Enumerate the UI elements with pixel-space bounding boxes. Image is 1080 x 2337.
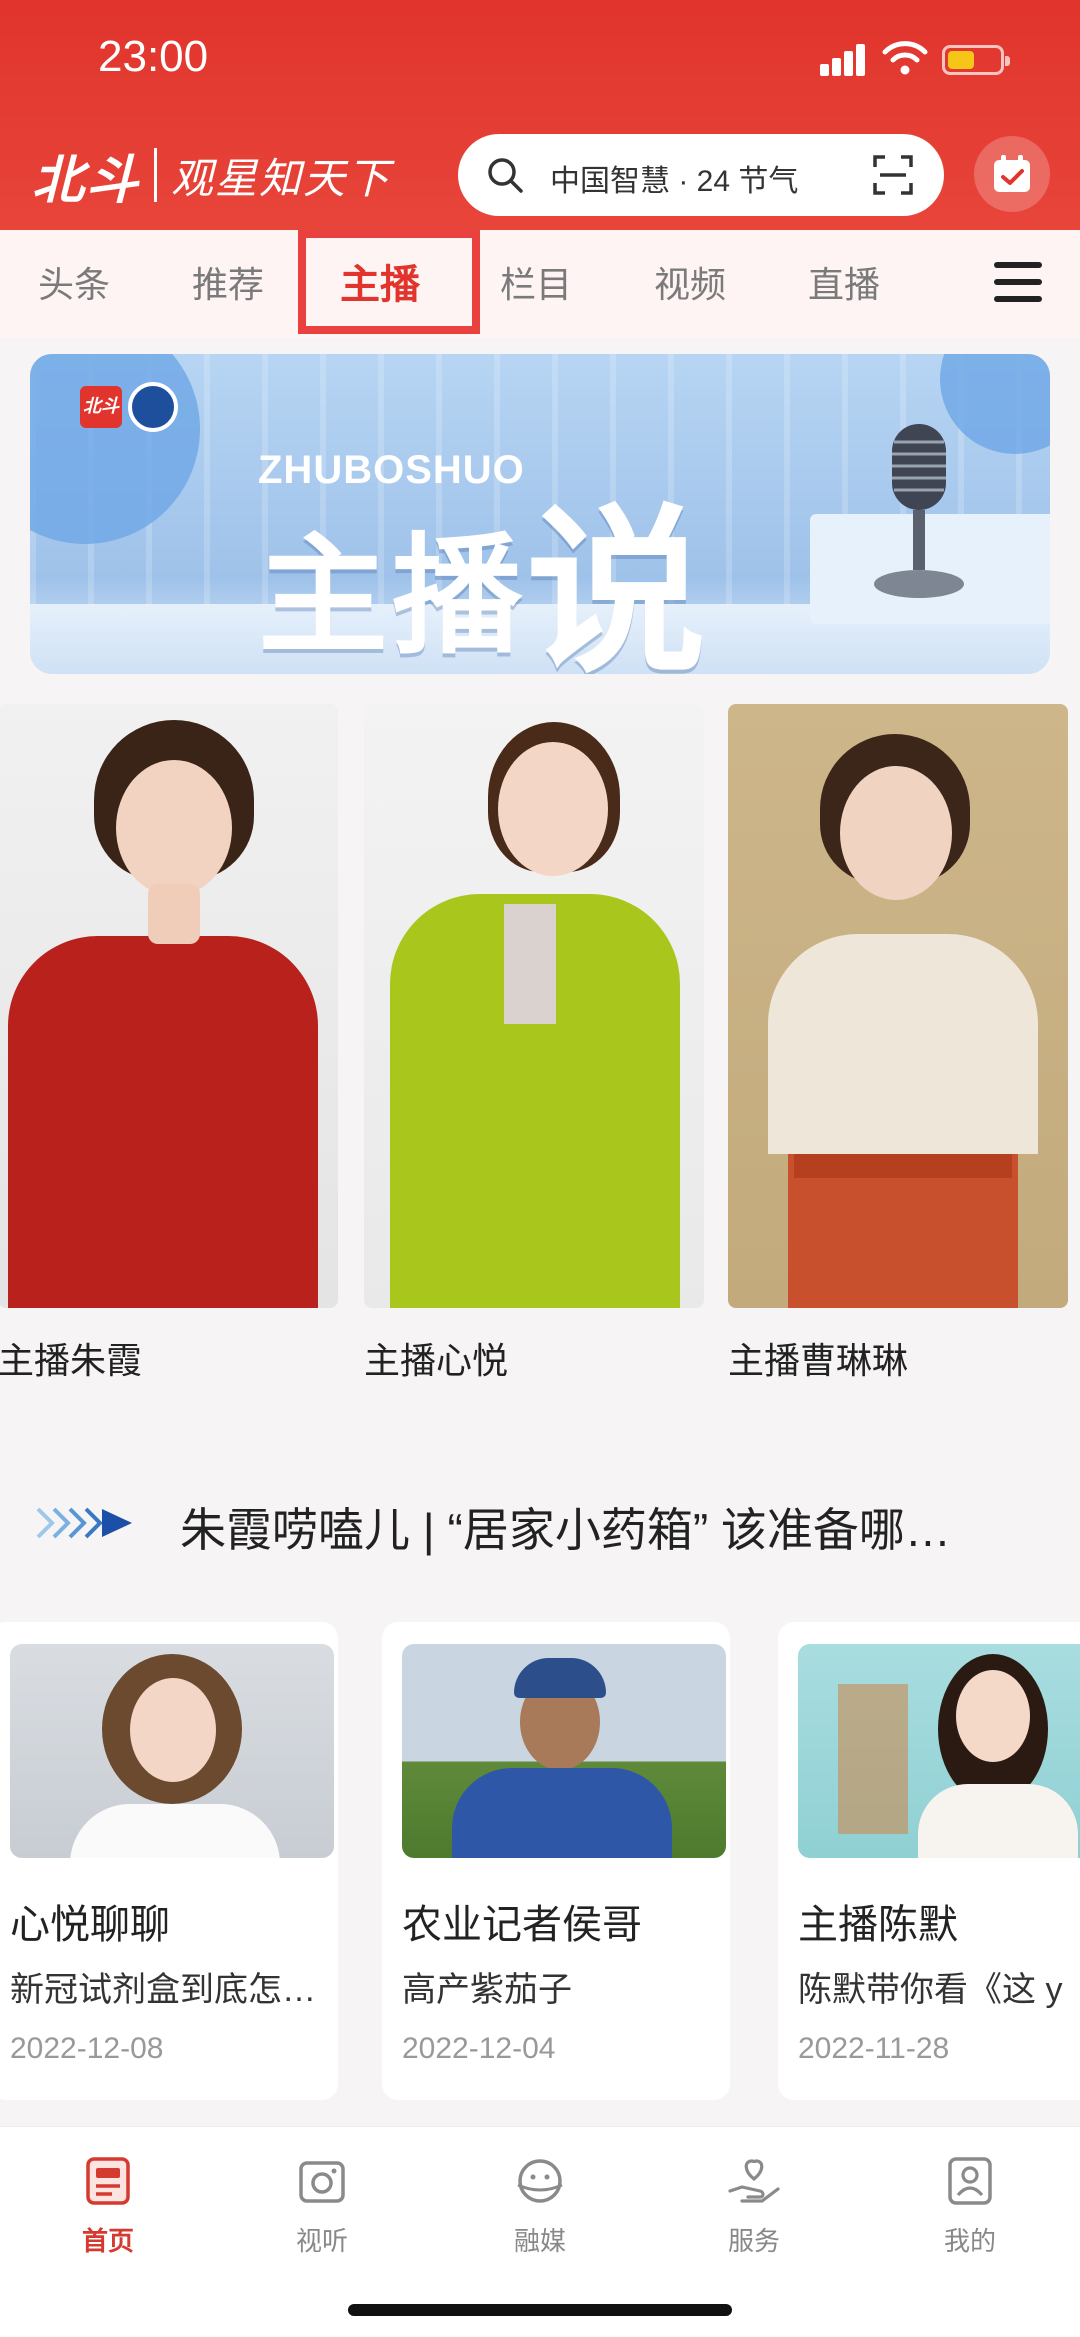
app-logo: 北斗 观星知天下 <box>32 140 392 211</box>
video-title: 农业记者侯哥 <box>402 1903 642 1947</box>
anchor-card[interactable]: 主播曹琳琳 <box>728 704 1068 1381</box>
banner-title-part2: 说 <box>526 493 711 675</box>
media-icon <box>517 2159 563 2203</box>
anchor-photo <box>0 704 338 1308</box>
nav-label: 服务 <box>727 2226 780 2256</box>
logo-divider <box>154 148 158 202</box>
banner-station-logo <box>128 382 178 432</box>
video-date: 2022-11-28 <box>798 2032 950 2065</box>
battery-icon <box>942 45 1010 75</box>
anchor-card[interactable]: 主播心悦 <box>364 704 704 1381</box>
channel-tabs: 头条 推荐 主播 栏目 视频 直播 <box>0 230 1080 338</box>
video-date: 2022-12-04 <box>402 2032 556 2065</box>
home-indicator[interactable] <box>348 2304 732 2316</box>
tab-videos[interactable]: 视频 <box>654 256 726 308</box>
nav-media[interactable]: 融媒 <box>480 2155 600 2258</box>
anchor-name: 主播朱霞 <box>0 1340 143 1381</box>
anchor-name: 主播心悦 <box>364 1340 509 1381</box>
anchor-name: 主播曹琳琳 <box>728 1340 909 1381</box>
video-thumbnail <box>402 1644 726 1858</box>
calendar-check-icon <box>994 155 1030 192</box>
logo-text: 北斗 <box>32 149 141 211</box>
nav-label: 融媒 <box>513 2226 566 2256</box>
search-bar[interactable]: 中国智慧 · 24 节气 <box>458 134 944 216</box>
video-card[interactable]: 心悦聊聊 新冠试剂盒到底怎… 2022-12-08 <box>0 1622 338 2100</box>
nav-audio-video[interactable]: 视听 <box>262 2155 382 2258</box>
nav-profile[interactable]: 我的 <box>910 2155 1030 2258</box>
heart-hand-icon <box>728 2159 780 2203</box>
tab-headlines[interactable]: 头条 <box>38 256 110 308</box>
nav-label: 首页 <box>81 2226 134 2256</box>
tab-columns[interactable]: 栏目 <box>500 256 572 308</box>
status-time: 23:00 <box>98 32 209 81</box>
video-title: 主播陈默 <box>798 1903 958 1947</box>
video-description: 新冠试剂盒到底怎… <box>10 1971 316 2009</box>
status-bar: 23:00 <box>0 0 1080 120</box>
menu-icon[interactable] <box>994 262 1042 302</box>
video-date: 2022-12-08 <box>10 2032 164 2065</box>
app-header: 23:00 北斗 观星知天下 中国智慧 · 24 节气 <box>0 0 1080 230</box>
signal-icon <box>820 44 866 76</box>
nav-label: 视听 <box>295 2226 348 2256</box>
anchor-banner[interactable]: 北斗 ZHUBOSHUO 主播说 <box>30 354 1050 674</box>
section-title[interactable]: 朱霞唠嗑儿 | “居家小药箱” 该准备哪… <box>180 1494 951 1560</box>
nav-services[interactable]: 服务 <box>694 2155 814 2258</box>
microphone-icon <box>874 424 964 598</box>
tab-recommended[interactable]: 推荐 <box>192 256 264 308</box>
video-thumbnail <box>798 1644 1080 1858</box>
scan-icon[interactable] <box>872 154 914 196</box>
tab-live[interactable]: 直播 <box>808 256 880 308</box>
anchor-photo <box>364 704 704 1308</box>
profile-icon <box>948 2157 992 2205</box>
search-placeholder: 中国智慧 · 24 节气 <box>550 165 799 198</box>
anchor-card[interactable]: 主播朱霞 <box>0 704 338 1381</box>
wifi-icon <box>882 41 928 75</box>
video-description: 高产紫茄子 <box>402 1971 572 2009</box>
banner-title-part1: 主播 <box>258 523 527 669</box>
video-description: 陈默带你看《这 y <box>798 1971 1063 2009</box>
nav-label: 我的 <box>943 2226 996 2256</box>
video-card[interactable]: 农业记者侯哥 高产紫茄子 2022-12-04 <box>382 1622 730 2100</box>
chevron-arrows-icon <box>36 1507 132 1539</box>
banner-logo-mark: 北斗 <box>80 386 122 428</box>
tab-anchors[interactable]: 主播 <box>340 252 420 310</box>
camera-icon <box>299 2161 345 2203</box>
calendar-button[interactable] <box>974 136 1050 212</box>
video-title: 心悦聊聊 <box>10 1903 170 1947</box>
banner-title-cn: 主播说 <box>258 490 710 675</box>
video-card[interactable]: 主播陈默 陈默带你看《这 y 2022-11-28 <box>778 1622 1080 2100</box>
anchor-photo <box>728 704 1068 1308</box>
nav-home[interactable]: 首页 <box>48 2155 168 2258</box>
banner-title-en: ZHUBOSHUO <box>258 448 525 492</box>
home-icon <box>86 2157 130 2205</box>
logo-slogan: 观星知天下 <box>171 153 392 203</box>
search-icon <box>488 158 523 193</box>
video-thumbnail <box>10 1644 334 1858</box>
